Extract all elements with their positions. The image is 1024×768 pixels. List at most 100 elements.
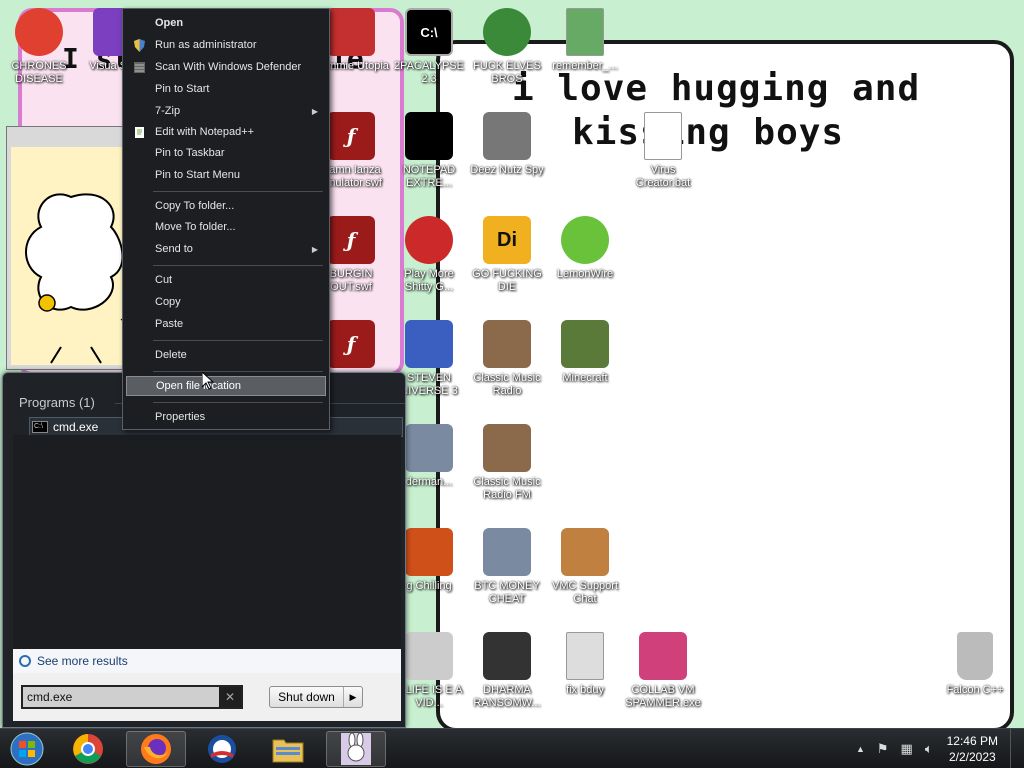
desktop-icon-label: CHRONES DISEASE xyxy=(11,60,67,85)
volume-icon[interactable]: 🔈︎ xyxy=(925,741,933,757)
notepadpp-icon xyxy=(132,125,146,139)
network-icon[interactable]: ▦ xyxy=(901,741,913,757)
desktop-icon[interactable]: CHRONES DISEASE xyxy=(0,8,78,86)
desktop-icon[interactable]: BTC MONEY CHEAT xyxy=(468,528,546,606)
menu-item-pin-to-taskbar[interactable]: Pin to Taskbar xyxy=(126,143,326,163)
see-more-results-link[interactable]: See more results xyxy=(13,649,401,673)
support-icon xyxy=(561,528,609,576)
bunny-gadget-window[interactable] xyxy=(6,126,128,370)
menu-item-pin-to-start[interactable]: Pin to Start xyxy=(126,79,326,99)
desktop-icon-label: GO FUCKING DIE xyxy=(472,268,542,293)
cmd-icon: C:\ xyxy=(405,8,453,56)
desktop-icon-label: Deez Nutz Spy xyxy=(470,164,544,176)
menu-item-delete[interactable]: Delete xyxy=(126,345,326,365)
gadget-drawing xyxy=(11,147,128,365)
start-search-input[interactable]: cmd.exe xyxy=(23,687,219,707)
clock-time: 12:46 PM xyxy=(946,734,998,748)
clock[interactable]: 12:46 PM 2/2/2023 xyxy=(947,733,998,765)
steven-icon xyxy=(405,320,453,368)
menu-item-label: Copy To folder... xyxy=(155,200,235,212)
menu-item-label: Open xyxy=(155,17,184,29)
desktop-icon[interactable]: Falcon C++ xyxy=(936,632,1014,697)
menu-item-7-zip[interactable]: 7-Zip ▶ xyxy=(126,101,326,121)
taskbar-obama-button[interactable] xyxy=(192,731,252,767)
portrait-icon xyxy=(483,320,531,368)
desktop-icon[interactable]: LemonWire xyxy=(546,216,624,281)
show-hidden-icons-arrow[interactable]: ▲ xyxy=(856,744,865,754)
menu-item-label: Scan With Windows Defender xyxy=(155,61,302,73)
menu-item-cut[interactable]: Cut xyxy=(126,270,326,290)
menu-separator xyxy=(153,265,323,266)
desktop-icon[interactable]: Classic Music Radio FM xyxy=(468,424,546,502)
die-icon: Di xyxy=(483,216,531,264)
start-search-box: cmd.exe ✕ xyxy=(21,685,243,709)
menu-item-label: Pin to Start Menu xyxy=(155,169,240,181)
show-desktop-button[interactable] xyxy=(1010,729,1024,768)
desktop-icon[interactable]: DHARMA RANSOMW... xyxy=(468,632,546,710)
menu-item-send-to[interactable]: Send to ▶ xyxy=(126,239,326,259)
menu-item-label: Pin to Start xyxy=(155,83,210,95)
menu-separator xyxy=(153,340,323,341)
desktop-icon[interactable]: Minecraft xyxy=(546,320,624,385)
diamond-icon xyxy=(483,528,531,576)
context-menu: Open Run as administrator Scan With Window… xyxy=(122,8,330,430)
menu-item-label: Delete xyxy=(155,349,187,361)
cmd-icon: C:\ xyxy=(32,421,48,433)
desktop-icon[interactable]: remember_... xyxy=(546,8,624,73)
desktop-icon[interactable]: Deez Nutz Spy xyxy=(468,112,546,177)
system-tray: ▲ ⚑ ▦ 🔈︎ 12:46 PM 2/2/2023 xyxy=(850,729,1024,768)
desktop-icon[interactable]: Virus Creator.bat xyxy=(624,112,702,190)
menu-separator xyxy=(153,191,323,192)
desktop-icon-label: VMC Support Chat xyxy=(551,580,619,605)
taskbar-bunny-button[interactable] xyxy=(326,731,386,767)
desktop-icon-label: DHARMA RANSOMW... xyxy=(473,684,541,709)
menu-item-open-file-location[interactable]: Open file location xyxy=(126,376,326,396)
app-icon xyxy=(327,8,375,56)
file-icon xyxy=(566,8,604,56)
desktop-icon-label: LemonWire xyxy=(556,268,614,280)
menu-item-pin-to-start-menu[interactable]: Pin to Start Menu xyxy=(126,165,326,185)
taskbar-explorer-button[interactable] xyxy=(258,731,318,767)
desktop-icon[interactable]: C:\ 2PACALYPSE 2.3 xyxy=(390,8,468,86)
desktop-icon-label: Classic Music Radio FM xyxy=(473,476,541,501)
menu-item-label: Open file location xyxy=(156,380,241,392)
mouse-cursor-icon xyxy=(202,372,214,390)
see-more-label: See more results xyxy=(37,654,128,668)
chrome-icon xyxy=(73,734,103,764)
shutdown-options-arrow[interactable]: ▶ xyxy=(344,687,362,707)
taskbar-firefox-button[interactable] xyxy=(126,731,186,767)
menu-item-paste[interactable]: Paste xyxy=(126,314,326,334)
minecraft-icon xyxy=(561,320,609,368)
game-icon xyxy=(405,528,453,576)
recycle-bin-icon xyxy=(957,632,993,680)
menu-item-run-as-administrator[interactable]: Run as administrator xyxy=(126,35,326,55)
desktop-icon[interactable]: FUCK ELVES BROS xyxy=(468,8,546,86)
windows-orb-icon xyxy=(10,732,44,766)
action-center-flag-icon[interactable]: ⚑ xyxy=(877,741,889,757)
menu-item-scan-with-windows-defender[interactable]: Scan With Windows Defender xyxy=(126,57,326,77)
menu-item-edit-with-notepad[interactable]: Edit with Notepad++ xyxy=(126,122,326,142)
desktop-icon[interactable]: VMC Support Chat xyxy=(546,528,624,606)
desktop-icon[interactable]: Classic Music Radio xyxy=(468,320,546,398)
menu-item-open[interactable]: Open xyxy=(126,13,326,33)
results-panel xyxy=(13,435,401,649)
wallpaper-line-1: i love hugging and xyxy=(512,68,921,109)
menu-item-move-to-folder[interactable]: Move To folder... xyxy=(126,217,326,237)
menu-item-copy[interactable]: Copy xyxy=(126,292,326,312)
shutdown-button[interactable]: Shut down xyxy=(270,687,344,707)
start-orb-button[interactable] xyxy=(0,731,54,767)
desktop-icon[interactable]: Play More Shitty G... xyxy=(390,216,468,294)
desktop-icon-label: Falcon C++ xyxy=(946,684,1004,696)
desktop-icon[interactable]: fix bduy xyxy=(546,632,624,697)
bunny-icon xyxy=(341,733,371,765)
text-file-icon xyxy=(644,112,682,160)
menu-item-copy-to-folder[interactable]: Copy To folder... xyxy=(126,196,326,216)
menu-item-properties[interactable]: Properties xyxy=(126,407,326,427)
clock-date: 2/2/2023 xyxy=(948,750,996,764)
diamond-icon xyxy=(405,424,453,472)
clear-search-button[interactable]: ✕ xyxy=(219,687,241,707)
desktop-icon[interactable]: COLLAB VM SPAMMER.exe xyxy=(624,632,702,710)
desktop-icon[interactable]: NOTEPAD EXTRE... xyxy=(390,112,468,190)
desktop-icon[interactable]: Di GO FUCKING DIE xyxy=(468,216,546,294)
taskbar-chrome-button[interactable] xyxy=(58,731,118,767)
